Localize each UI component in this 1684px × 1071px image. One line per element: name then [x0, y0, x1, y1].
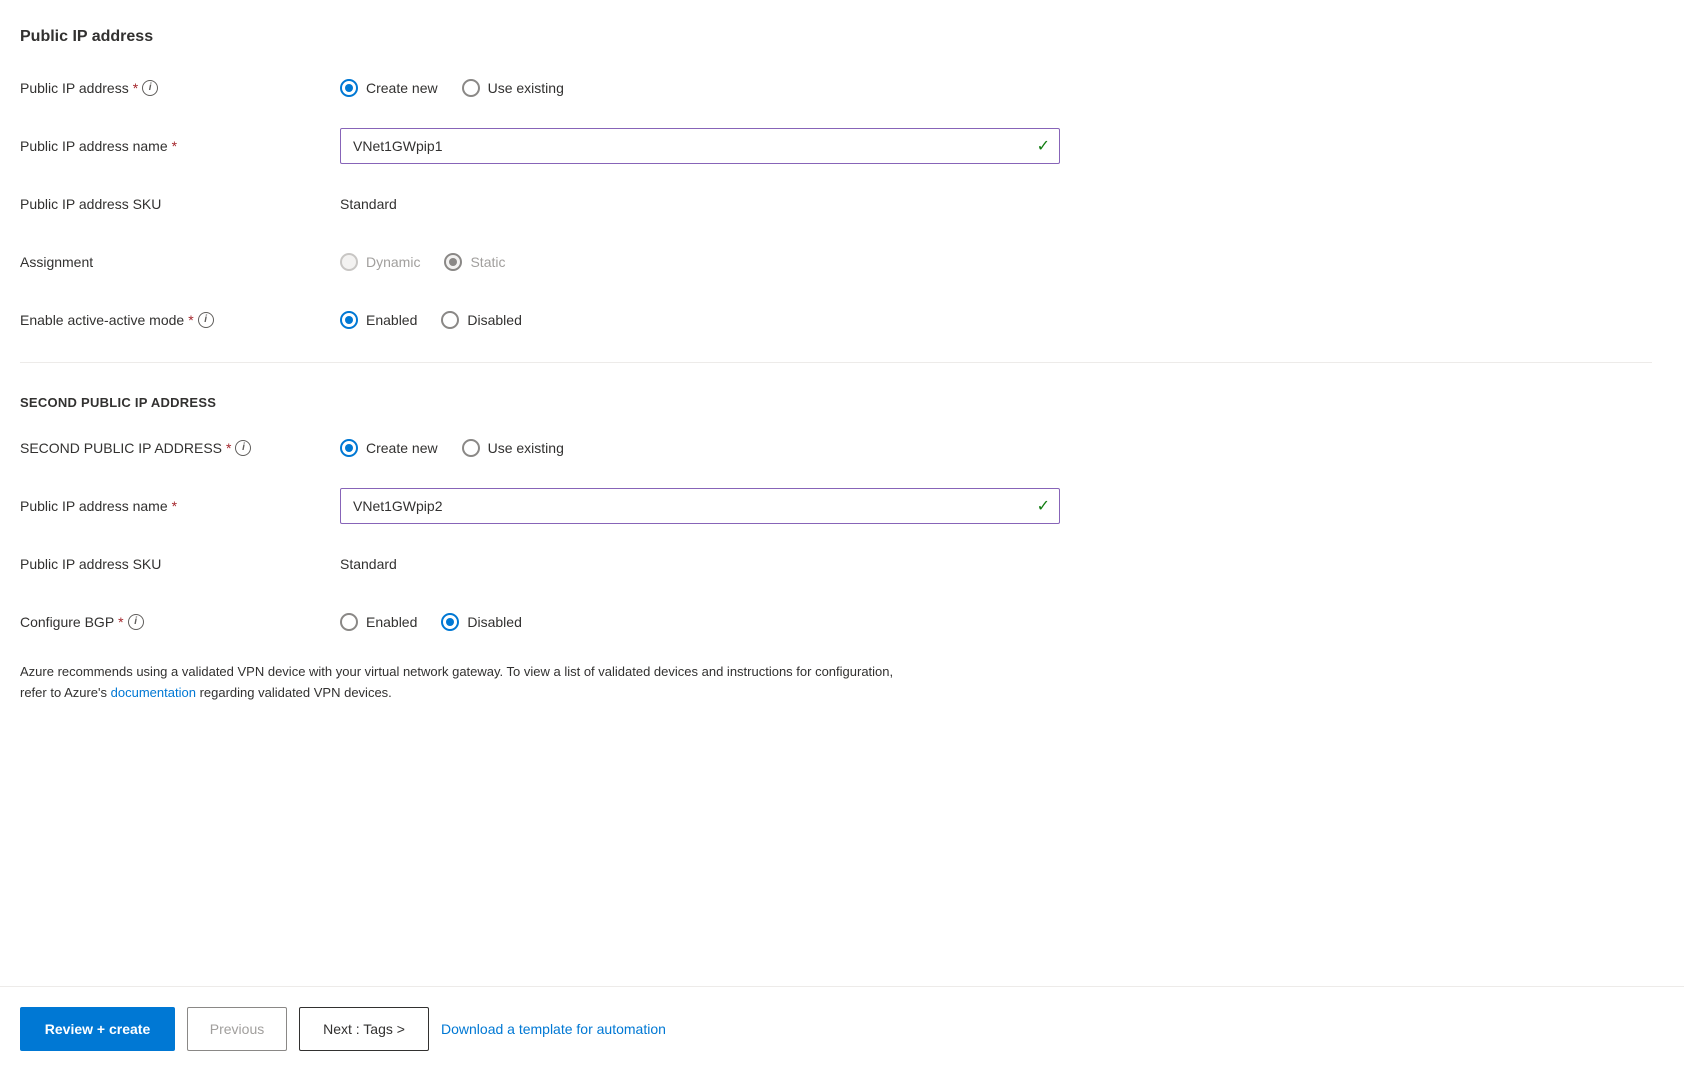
assignment-static[interactable]: Static	[444, 253, 505, 271]
active-active-enabled[interactable]: Enabled	[340, 311, 417, 329]
ip-sku-label: Public IP address SKU	[20, 196, 340, 212]
form-row-bgp: Configure BGP * i Enabled Disabled	[20, 604, 1652, 640]
active-active-control: Enabled Disabled	[340, 311, 1080, 329]
second-ip-required: *	[226, 440, 231, 456]
bgp-label: Configure BGP * i	[20, 614, 340, 630]
footer: Review + create Previous Next : Tags > D…	[0, 986, 1684, 1071]
next-button[interactable]: Next : Tags >	[299, 1007, 429, 1051]
ip-name-required: *	[172, 138, 177, 154]
download-template-link[interactable]: Download a template for automation	[441, 1021, 666, 1037]
bgp-disabled-radio[interactable]	[441, 613, 459, 631]
second-ip-name-control: ✓	[340, 488, 1080, 524]
bgp-radio-group: Enabled Disabled	[340, 613, 522, 631]
assignment-label: Assignment	[20, 254, 340, 270]
assignment-radio-group: Dynamic Static	[340, 253, 505, 271]
second-ip-create-new[interactable]: Create new	[340, 439, 438, 457]
section-divider	[20, 362, 1652, 363]
dynamic-label: Dynamic	[366, 254, 420, 270]
public-ip-radio-group: Create new Use existing	[340, 79, 564, 97]
form-row-public-ip: Public IP address * i Create new Use exi…	[20, 70, 1652, 106]
create-new-radio[interactable]	[340, 79, 358, 97]
public-ip-control: Create new Use existing	[340, 79, 1080, 97]
second-use-existing-label: Use existing	[488, 440, 564, 456]
use-existing-label: Use existing	[488, 80, 564, 96]
active-active-label: Enable active-active mode * i	[20, 312, 340, 328]
second-ip-sku-control: Standard	[340, 556, 1080, 572]
form-row-second-ip-sku: Public IP address SKU Standard	[20, 546, 1652, 582]
second-ip-control: Create new Use existing	[340, 439, 1080, 457]
bgp-info-icon[interactable]: i	[128, 614, 144, 630]
second-ip-info-icon[interactable]: i	[235, 440, 251, 456]
second-ip-name-required: *	[172, 498, 177, 514]
bgp-required: *	[118, 614, 123, 630]
aa-enabled-radio[interactable]	[340, 311, 358, 329]
ip-sku-control: Standard	[340, 196, 1080, 212]
form-row-ip-sku: Public IP address SKU Standard	[20, 186, 1652, 222]
second-create-new-label: Create new	[366, 440, 438, 456]
bgp-disabled[interactable]: Disabled	[441, 613, 521, 631]
active-active-info-icon[interactable]: i	[198, 312, 214, 328]
info-paragraph: Azure recommends using a validated VPN d…	[20, 662, 920, 704]
static-label: Static	[470, 254, 505, 270]
second-use-existing-radio[interactable]	[462, 439, 480, 457]
ip-name-check-icon: ✓	[1037, 136, 1050, 156]
aa-enabled-label: Enabled	[366, 312, 417, 328]
public-ip-info-icon[interactable]: i	[142, 80, 158, 96]
assignment-dynamic[interactable]: Dynamic	[340, 253, 420, 271]
form-row-second-ip-name: Public IP address name * ✓	[20, 488, 1652, 524]
active-active-radio-group: Enabled Disabled	[340, 311, 522, 329]
second-ip-name-label: Public IP address name *	[20, 498, 340, 514]
public-ip-label: Public IP address * i	[20, 80, 340, 96]
second-ip-use-existing[interactable]: Use existing	[462, 439, 564, 457]
public-ip-use-existing[interactable]: Use existing	[462, 79, 564, 97]
second-create-new-radio[interactable]	[340, 439, 358, 457]
active-active-disabled[interactable]: Disabled	[441, 311, 521, 329]
bgp-disabled-label: Disabled	[467, 614, 521, 630]
form-row-assignment: Assignment Dynamic Static	[20, 244, 1652, 280]
form-row-second-ip: SECOND PUBLIC IP ADDRESS * i Create new …	[20, 430, 1652, 466]
use-existing-radio[interactable]	[462, 79, 480, 97]
form-row-active-active: Enable active-active mode * i Enabled Di…	[20, 302, 1652, 338]
public-ip-create-new[interactable]: Create new	[340, 79, 438, 97]
form-row-ip-name: Public IP address name * ✓	[20, 128, 1652, 164]
assignment-control: Dynamic Static	[340, 253, 1080, 271]
second-ip-name-wrapper: ✓	[340, 488, 1060, 524]
bgp-control: Enabled Disabled	[340, 613, 1080, 631]
ip-sku-value: Standard	[340, 196, 397, 212]
ip-name-input-wrapper: ✓	[340, 128, 1060, 164]
section2-title: SECOND PUBLIC IP ADDRESS	[20, 395, 1652, 410]
second-ip-sku-value: Standard	[340, 556, 397, 572]
review-create-button[interactable]: Review + create	[20, 1007, 175, 1051]
bgp-enabled-label: Enabled	[366, 614, 417, 630]
second-ip-sku-label: Public IP address SKU	[20, 556, 340, 572]
active-active-required: *	[188, 312, 193, 328]
bgp-enabled[interactable]: Enabled	[340, 613, 417, 631]
documentation-link[interactable]: documentation	[111, 685, 196, 700]
required-star: *	[133, 80, 138, 96]
main-content: Public IP address Public IP address * i …	[0, 0, 1684, 986]
second-ip-name-input[interactable]	[340, 488, 1060, 524]
section1-title: Public IP address	[20, 28, 1652, 46]
bgp-enabled-radio[interactable]	[340, 613, 358, 631]
second-ip-radio-group: Create new Use existing	[340, 439, 564, 457]
second-ip-name-check-icon: ✓	[1037, 496, 1050, 516]
aa-disabled-label: Disabled	[467, 312, 521, 328]
ip-name-control: ✓	[340, 128, 1080, 164]
previous-button[interactable]: Previous	[187, 1007, 287, 1051]
static-radio[interactable]	[444, 253, 462, 271]
ip-name-label: Public IP address name *	[20, 138, 340, 154]
second-ip-label: SECOND PUBLIC IP ADDRESS * i	[20, 440, 340, 456]
dynamic-radio[interactable]	[340, 253, 358, 271]
aa-disabled-radio[interactable]	[441, 311, 459, 329]
create-new-label: Create new	[366, 80, 438, 96]
ip-name-input[interactable]	[340, 128, 1060, 164]
